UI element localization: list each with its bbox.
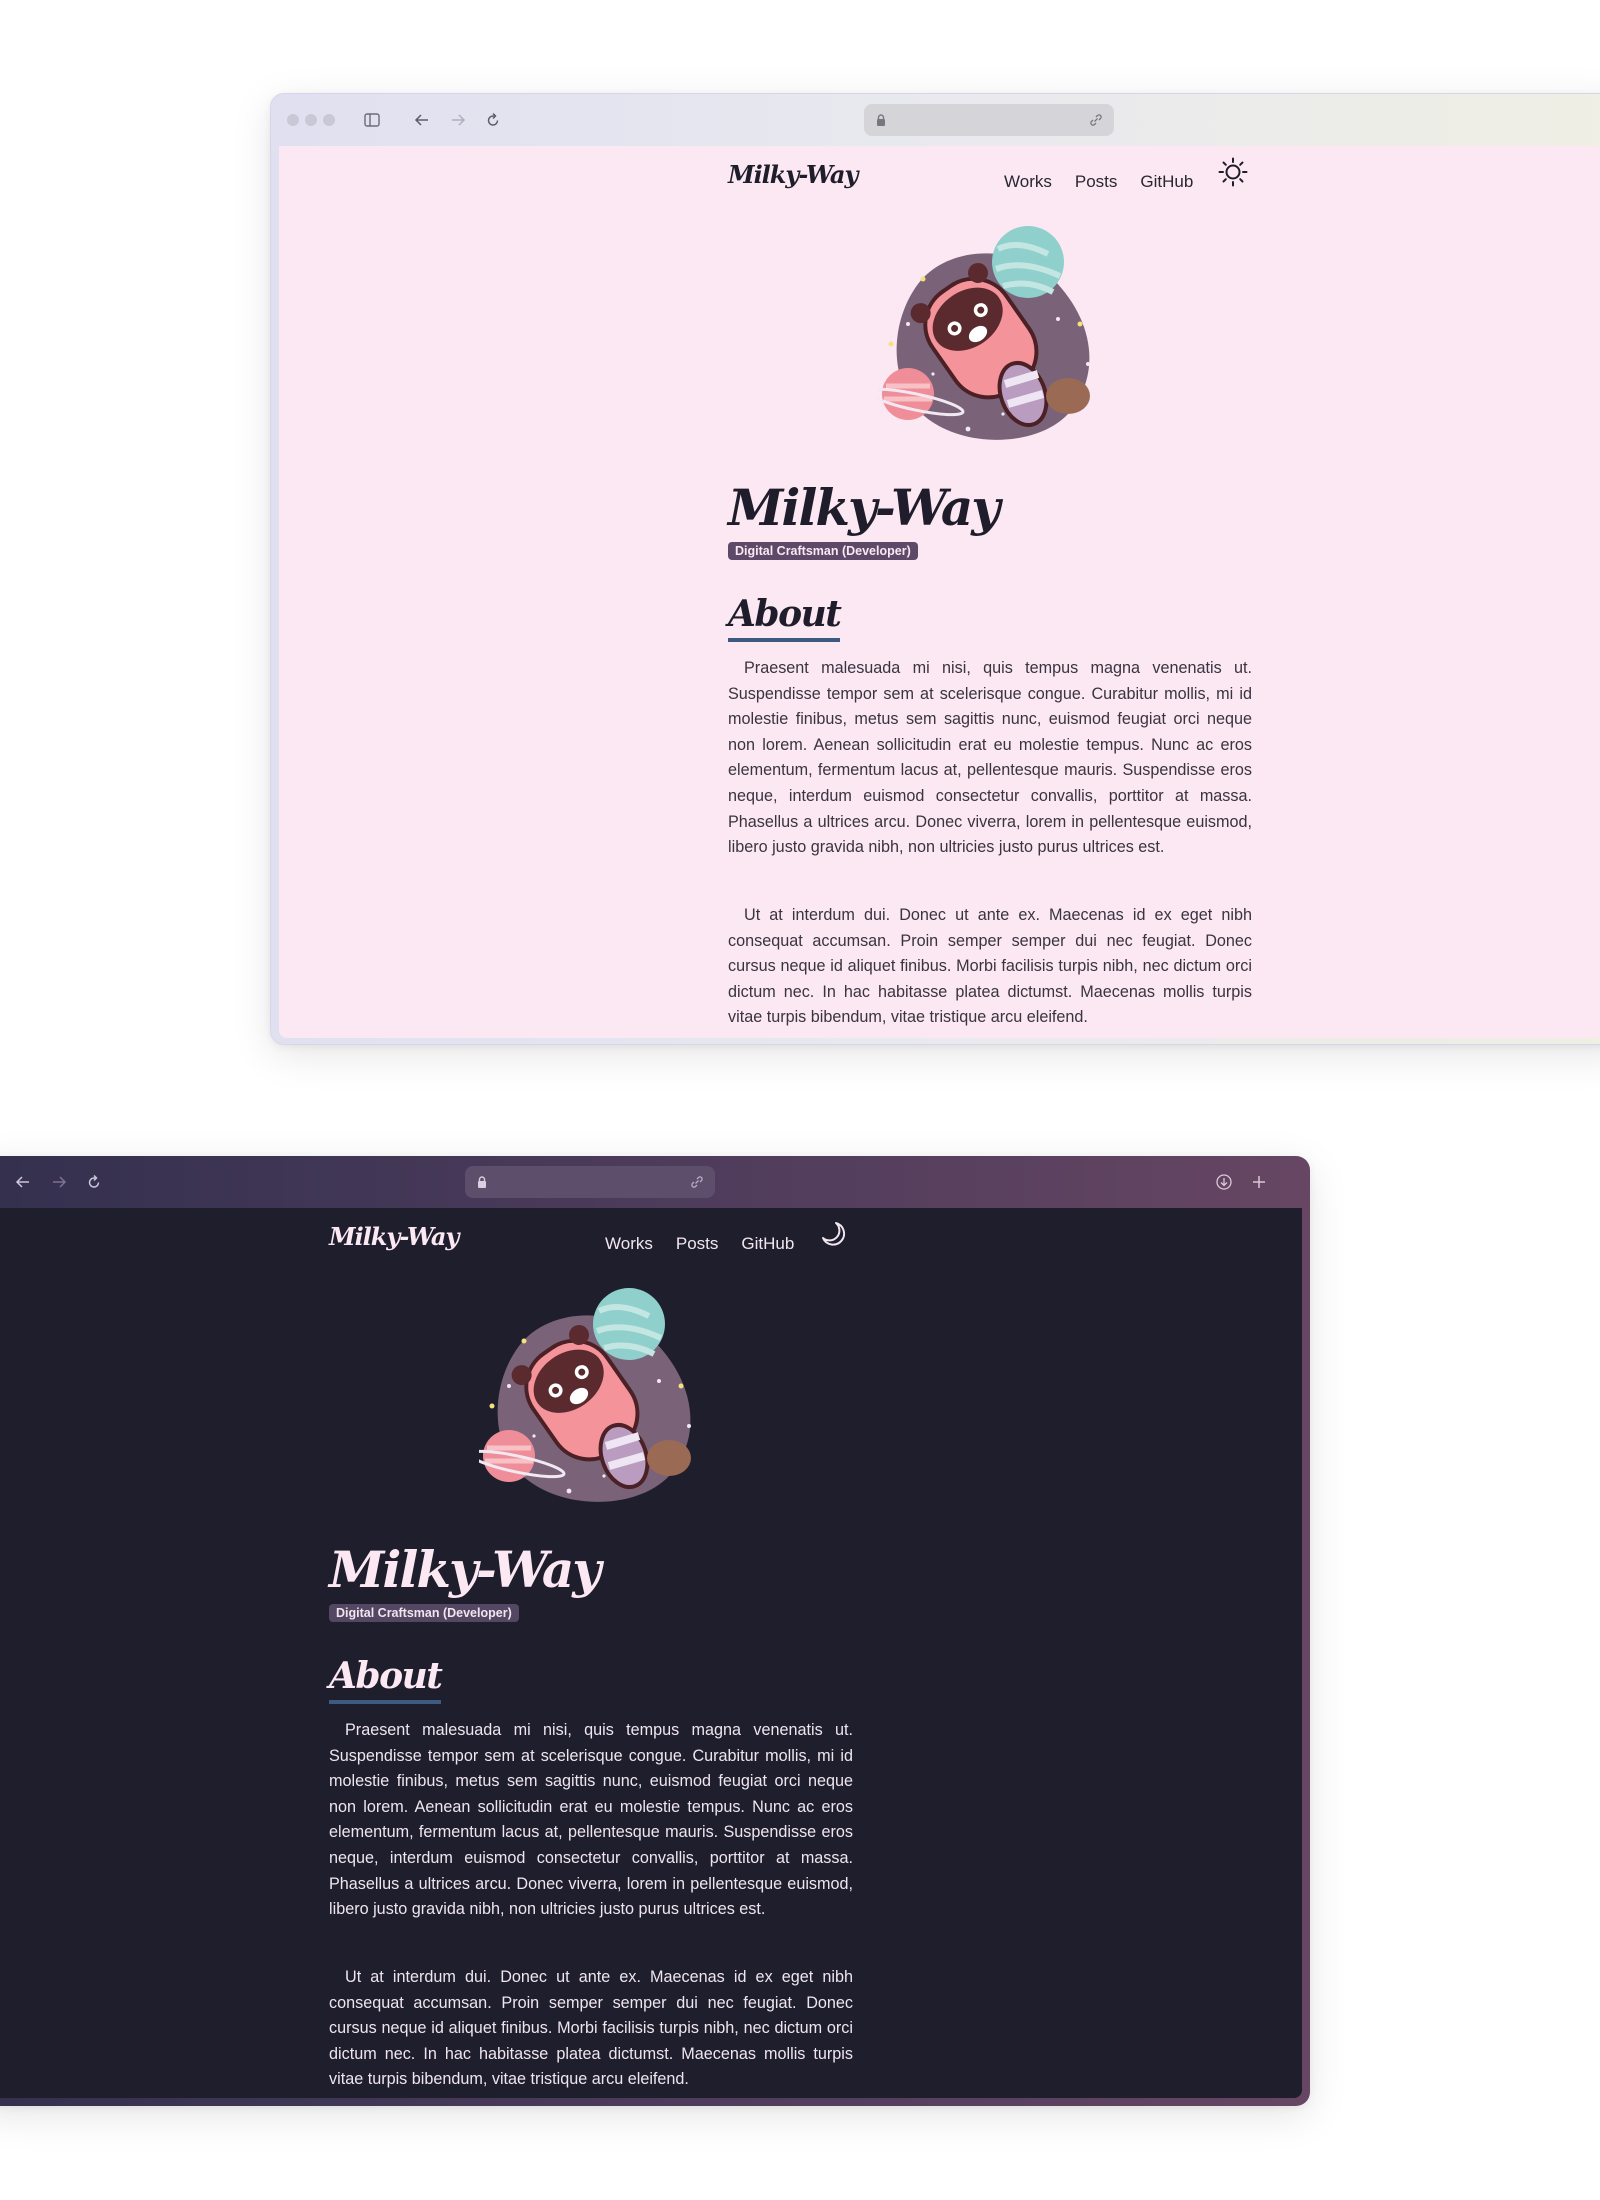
lock-icon — [478, 1176, 486, 1188]
address-bar[interactable] — [864, 104, 1114, 136]
new-tab-icon[interactable] — [1248, 1171, 1270, 1193]
page-title: Milky-Way — [329, 1540, 601, 1599]
lock-icon — [877, 114, 885, 126]
nav-posts[interactable]: Posts — [1075, 172, 1118, 192]
about-paragraph: Ut at interdum dui. Donec ut ante ex. Ma… — [728, 906, 1252, 1027]
about-paragraph: Ut at interdum dui. Donec ut ante ex. Ma… — [329, 1968, 853, 2089]
page-viewport: Milky-Way Works Posts GitHub Milky-Way D… — [279, 146, 1600, 1038]
theme-toggle-button[interactable] — [1217, 156, 1249, 188]
reload-icon[interactable] — [83, 1171, 105, 1193]
avatar-illustration — [479, 1288, 691, 1502]
browser-window-dark: Milky-Way Works Posts GitHub Milky-Way D… — [0, 1156, 1310, 2106]
nav-posts[interactable]: Posts — [676, 1234, 719, 1254]
address-bar[interactable] — [465, 1166, 715, 1198]
browser-toolbar — [271, 94, 1600, 146]
back-arrow-icon[interactable] — [12, 1171, 34, 1193]
about-paragraph: Praesent malesuada mi nisi, quis tempus … — [728, 659, 1252, 857]
link-icon[interactable] — [689, 1174, 705, 1190]
site-nav: Works Posts GitHub — [605, 1234, 817, 1254]
maximize-window-button[interactable] — [323, 114, 335, 126]
nav-github[interactable]: GitHub — [741, 1234, 794, 1254]
about-paragraph: Praesent malesuada mi nisi, quis tempus … — [329, 1721, 853, 1919]
site-logo[interactable]: Milky-Way — [728, 160, 858, 189]
page-title: Milky-Way — [728, 478, 1000, 537]
page-viewport: Milky-Way Works Posts GitHub Milky-Way D… — [0, 1208, 1302, 2098]
link-icon[interactable] — [1088, 112, 1104, 128]
theme-toggle-button[interactable] — [818, 1218, 850, 1250]
browser-window-light: Milky-Way Works Posts GitHub Milky-Way D… — [270, 93, 1600, 1045]
forward-arrow-icon[interactable] — [48, 1171, 70, 1193]
role-badge: Digital Craftsman (Developer) — [728, 542, 918, 560]
moon-icon — [822, 1222, 846, 1246]
forward-arrow-icon[interactable] — [447, 109, 469, 131]
close-window-button[interactable] — [287, 114, 299, 126]
section-heading-about: About — [728, 592, 842, 642]
nav-works[interactable]: Works — [1004, 172, 1052, 192]
site-logo[interactable]: Milky-Way — [329, 1222, 459, 1251]
avatar-illustration — [878, 226, 1090, 440]
browser-toolbar — [0, 1156, 1310, 1208]
sun-icon — [1218, 157, 1248, 187]
reload-icon[interactable] — [482, 109, 504, 131]
nav-works[interactable]: Works — [605, 1234, 653, 1254]
nav-github[interactable]: GitHub — [1140, 172, 1193, 192]
download-icon[interactable] — [1213, 1171, 1235, 1193]
sidebar-icon[interactable] — [361, 109, 383, 131]
back-arrow-icon[interactable] — [411, 109, 433, 131]
site-nav: Works Posts GitHub — [1004, 172, 1216, 192]
section-heading-about: About — [329, 1654, 443, 1704]
minimize-window-button[interactable] — [305, 114, 317, 126]
role-badge: Digital Craftsman (Developer) — [329, 1604, 519, 1622]
